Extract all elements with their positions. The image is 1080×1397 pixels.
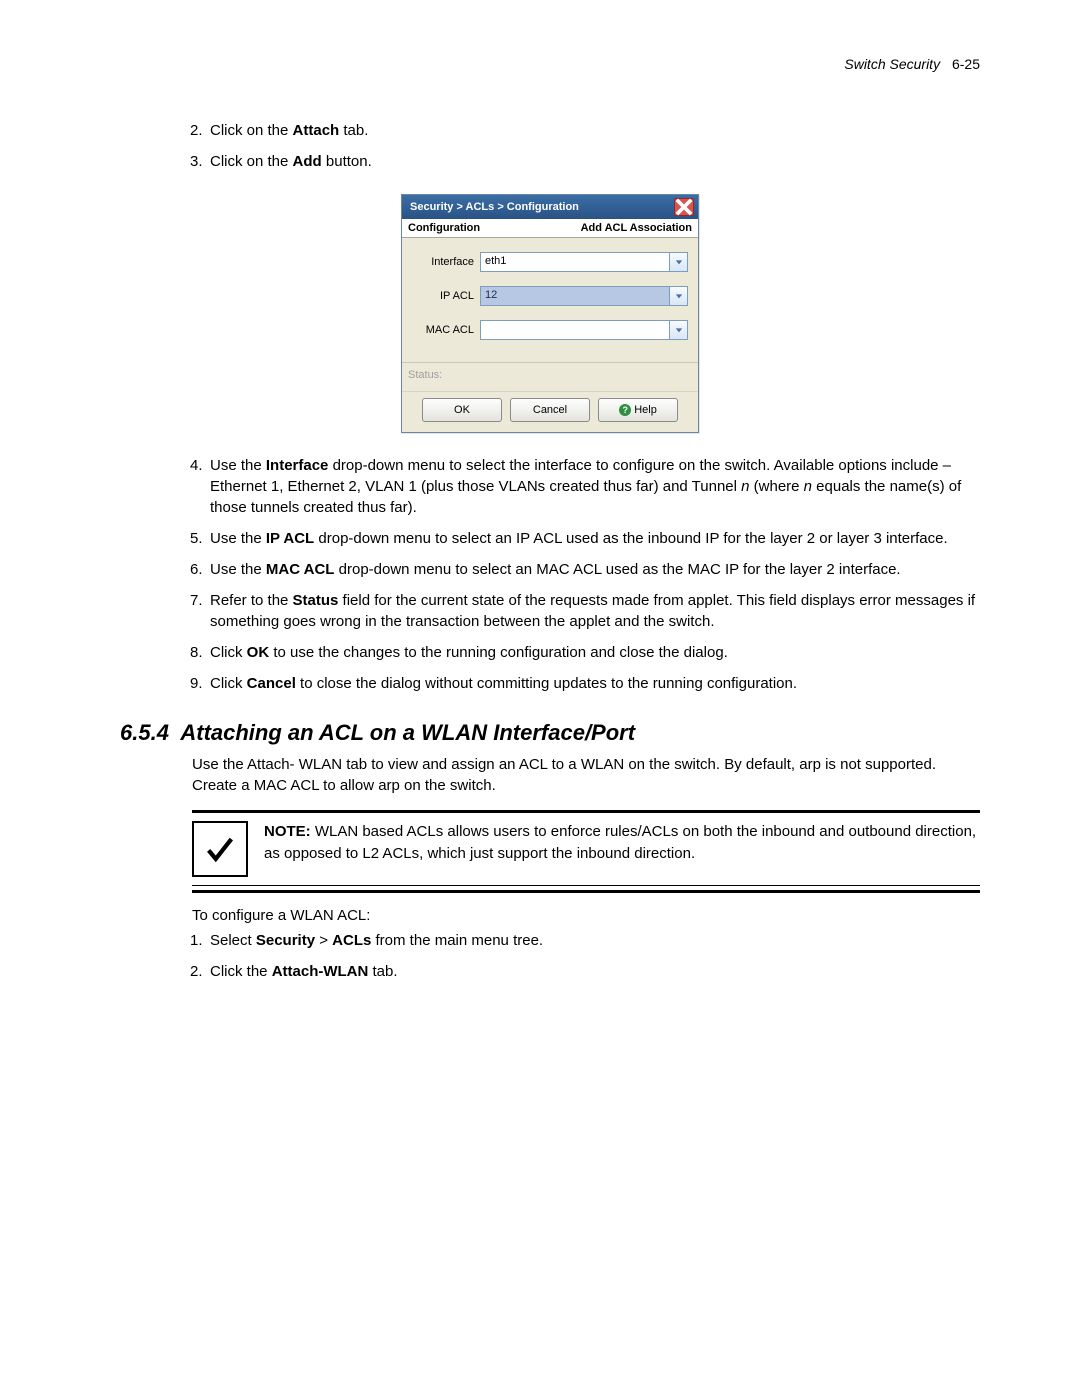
- emphasis: ACLs: [332, 932, 371, 949]
- ok-button[interactable]: OK: [422, 398, 502, 422]
- mac-acl-label: MAC ACL: [412, 324, 480, 336]
- ip-acl-label: IP ACL: [412, 290, 480, 302]
- step-number: 9.: [190, 673, 203, 694]
- help-button[interactable]: ? Help: [598, 398, 678, 422]
- text-run: Use the: [210, 530, 266, 547]
- checkmark-icon: [192, 821, 248, 877]
- variable: n: [804, 478, 812, 495]
- text-run: Click: [210, 644, 247, 661]
- text-run: Use the: [210, 561, 266, 578]
- dialog-titlebar: Security > ACLs > Configuration: [402, 195, 698, 219]
- interface-value: eth1: [480, 252, 670, 272]
- mac-acl-dropdown[interactable]: [480, 320, 688, 340]
- emphasis: MAC ACL: [266, 561, 335, 578]
- note-body: WLAN based ACLs allows users to enforce …: [264, 823, 976, 862]
- text-run: Select: [210, 932, 256, 949]
- ip-acl-value: 12: [480, 286, 670, 306]
- dialog-sub-left: Configuration: [408, 222, 480, 234]
- dialog-subheader: Configuration Add ACL Association: [402, 219, 698, 238]
- section-heading: 6.5.4 Attaching an ACL on a WLAN Interfa…: [120, 720, 980, 746]
- dialog-figure: Security > ACLs > Configuration Configur…: [120, 194, 980, 433]
- text-run: from the main menu tree.: [371, 932, 543, 949]
- step-list-top: 2.Click on the Attach tab. 3.Click on the…: [192, 120, 980, 172]
- list-item: 2. Click the Attach-WLAN tab.: [192, 961, 980, 982]
- step-number: 5.: [190, 528, 203, 549]
- step-list-mid: 4. Use the Interface drop-down menu to se…: [192, 455, 980, 694]
- chevron-down-icon[interactable]: [670, 286, 688, 306]
- emphasis: Add: [293, 153, 322, 170]
- text-run: tab.: [368, 963, 397, 980]
- text-run: drop-down menu to select an MAC ACL used…: [334, 561, 900, 578]
- step-number: 2.: [190, 120, 203, 141]
- text-run: Click the: [210, 963, 272, 980]
- note-block: NOTE: WLAN based ACLs allows users to en…: [192, 813, 980, 885]
- emphasis: Status: [293, 592, 339, 609]
- step-number: 1.: [190, 930, 203, 951]
- dialog-title-text: Security > ACLs > Configuration: [410, 201, 579, 213]
- chevron-down-icon[interactable]: [670, 252, 688, 272]
- step-number: 2.: [190, 961, 203, 982]
- emphasis: Interface: [266, 457, 329, 474]
- step-number: 6.: [190, 559, 203, 580]
- close-icon[interactable]: [674, 198, 694, 216]
- step-number: 3.: [190, 151, 203, 172]
- emphasis: Security: [256, 932, 315, 949]
- list-item: 5. Use the IP ACL drop-down menu to selec…: [192, 528, 980, 549]
- note-text: NOTE: WLAN based ACLs allows users to en…: [264, 821, 980, 865]
- text-run: Click: [210, 675, 247, 692]
- page-header: Switch Security 6-25: [120, 56, 980, 72]
- ip-acl-dropdown[interactable]: 12: [480, 286, 688, 306]
- note-rule-mid: [192, 885, 980, 886]
- emphasis: Cancel: [247, 675, 296, 692]
- list-item: 4.Use the Interface drop-down menu to se…: [192, 455, 980, 518]
- note-rule-bottom: [192, 890, 980, 893]
- section-intro: Use the Attach- WLAN tab to view and ass…: [192, 754, 980, 796]
- mac-acl-value: [480, 320, 670, 340]
- step-number: 7.: [190, 590, 203, 611]
- list-item: 6. Use the MAC ACL drop-down menu to sele…: [192, 559, 980, 580]
- emphasis: Attach-WLAN: [272, 963, 369, 980]
- step-list-bottom: 1. Select Security > ACLs from the main m…: [192, 930, 980, 982]
- dialog-sub-right: Add ACL Association: [581, 222, 692, 234]
- text-run: (where: [749, 478, 803, 495]
- list-item: 1. Select Security > ACLs from the main m…: [192, 930, 980, 951]
- chevron-down-icon[interactable]: [670, 320, 688, 340]
- emphasis: OK: [247, 644, 270, 661]
- status-label: Status:: [402, 362, 698, 391]
- help-icon: ?: [619, 404, 631, 416]
- emphasis: IP ACL: [266, 530, 314, 547]
- note-label: NOTE:: [264, 823, 311, 840]
- text-run: to use the changes to the running config…: [269, 644, 728, 661]
- section-number: 6.5.4: [120, 720, 169, 745]
- list-item: 7.Refer to the Status field for the curr…: [192, 590, 980, 632]
- text-run: Refer to the: [210, 592, 293, 609]
- text-run: Use the: [210, 457, 266, 474]
- header-chapter: Switch Security: [844, 56, 940, 72]
- interface-dropdown[interactable]: eth1: [480, 252, 688, 272]
- step-number: 8.: [190, 642, 203, 663]
- list-item: 2.Click on the Attach tab.: [192, 120, 980, 141]
- section-title: Attaching an ACL on a WLAN Interface/Por…: [180, 720, 635, 745]
- list-item: 8. Click OK to use the changes to the run…: [192, 642, 980, 663]
- interface-label: Interface: [412, 256, 480, 268]
- dialog-button-row: OK Cancel ? Help: [402, 391, 698, 432]
- list-item: 9. Click Cancel to close the dialog witho…: [192, 673, 980, 694]
- cancel-button[interactable]: Cancel: [510, 398, 590, 422]
- acl-config-dialog: Security > ACLs > Configuration Configur…: [401, 194, 699, 433]
- configure-lead: To configure a WLAN ACL:: [192, 907, 980, 924]
- header-page-number: 6-25: [952, 56, 980, 72]
- text-run: drop-down menu to select an IP ACL used …: [314, 530, 947, 547]
- emphasis: Attach: [293, 122, 340, 139]
- step-number: 4.: [190, 455, 203, 476]
- text-run: >: [315, 932, 332, 949]
- text-run: to close the dialog without committing u…: [296, 675, 797, 692]
- list-item: 3.Click on the Add button.: [192, 151, 980, 172]
